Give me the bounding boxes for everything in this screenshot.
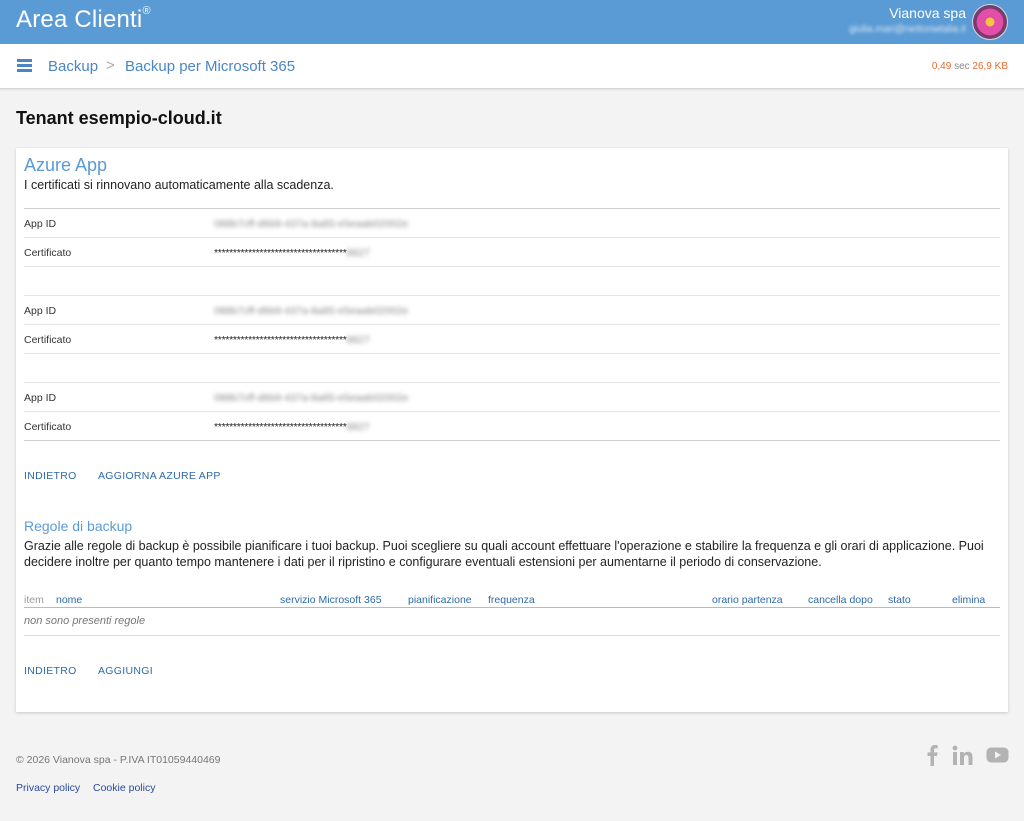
divider — [24, 440, 1000, 441]
perf-time: 0,49 — [931, 61, 952, 72]
certificate-label: Certificato — [24, 247, 72, 259]
certificate-value: ***********************************8827 — [214, 421, 370, 433]
tenant-card: Azure App I certificati si rinnovano aut… — [16, 148, 1008, 712]
back-button[interactable]: INDIETRO — [24, 665, 77, 677]
certificate-tail: 8827 — [346, 421, 370, 433]
app-id-value: 088b7cff-d6b9-437a-8a85-e5eaab02002e — [214, 305, 409, 317]
perf-size: 26,9 KB — [972, 61, 1008, 72]
column-header-cancella-dopo[interactable]: cancella dopo — [808, 594, 873, 606]
certificate-row: Certificato ****************************… — [24, 237, 1000, 266]
app-id-row: App ID 088b7cff-d6b9-437a-8a85-e5eaab020… — [24, 382, 1000, 411]
user-email: giulia.mari@nettoriwtalia.it — [849, 24, 966, 35]
app-title-text: Area Clienti — [16, 6, 143, 33]
rules-table-header: item nome servizio Microsoft 365 pianifi… — [24, 594, 1000, 608]
divider — [24, 266, 1000, 267]
app-id-value: 088b7cff-d6b9-437a-8a85-e5eaab02002e — [214, 218, 409, 230]
registered-mark: ® — [142, 5, 151, 17]
azure-app-title: Azure App — [24, 155, 108, 175]
back-button[interactable]: INDIETRO — [24, 470, 77, 482]
column-header-servizio[interactable]: servizio Microsoft 365 — [280, 594, 382, 606]
breadcrumb-item-backup[interactable]: Backup — [48, 58, 98, 75]
backup-rules-description: Grazie alle regole di backup è possibile… — [24, 539, 984, 569]
privacy-policy-link[interactable]: Privacy policy — [16, 782, 80, 794]
performance-indicator: 0,49 sec 26,9 KB — [932, 61, 1008, 72]
backup-rules-title: Regole di backup — [24, 518, 133, 534]
certificate-mask: *********************************** — [214, 247, 347, 259]
breadcrumb-item-backup-m365[interactable]: Backup per Microsoft 365 — [125, 58, 295, 75]
divider — [24, 635, 1000, 636]
column-header-elimina[interactable]: elimina — [952, 594, 985, 606]
azure-app-subtitle: I certificati si rinnovano automaticamen… — [24, 178, 334, 192]
certificate-mask: *********************************** — [214, 334, 347, 346]
app-id-label: App ID — [24, 392, 57, 404]
certificate-label: Certificato — [24, 421, 72, 433]
divider — [24, 353, 1000, 354]
app-id-row: App ID 088b7cff-d6b9-437a-8a85-e5eaab020… — [24, 208, 1000, 237]
certificate-row: Certificato ****************************… — [24, 324, 1000, 353]
certificate-value: ***********************************8827 — [214, 334, 370, 346]
column-header-pianificazione[interactable]: pianificazione — [408, 594, 472, 606]
app-title[interactable]: Area Clienti® — [16, 5, 151, 34]
hamburger-menu-icon[interactable] — [17, 59, 32, 72]
column-header-orario-partenza[interactable]: orario partenza — [712, 594, 783, 606]
app-id-label: App ID — [24, 305, 57, 317]
certificate-label: Certificato — [24, 334, 72, 346]
column-header-stato[interactable]: stato — [888, 594, 911, 606]
breadcrumb-bar: Backup > Backup per Microsoft 365 0,49 s… — [0, 44, 1024, 89]
update-azure-app-button[interactable]: AGGIORNA AZURE APP — [98, 470, 221, 482]
avatar[interactable] — [972, 4, 1008, 40]
copyright-text: © 2026 Vianova spa - P.IVA IT01059440469 — [16, 754, 221, 766]
facebook-icon[interactable] — [926, 744, 938, 766]
add-rule-button[interactable]: AGGIUNGI — [98, 665, 153, 677]
certificate-row: Certificato ****************************… — [24, 411, 1000, 440]
page-title: Tenant esempio-cloud.it — [16, 108, 222, 128]
certificate-tail: 8827 — [346, 247, 370, 259]
certificate-mask: *********************************** — [214, 421, 347, 433]
column-header-nome[interactable]: nome — [56, 594, 82, 606]
column-header-item: item — [24, 594, 44, 606]
cookie-policy-link[interactable]: Cookie policy — [93, 782, 155, 794]
linkedin-icon[interactable] — [952, 744, 973, 766]
empty-rules-message: non sono presenti regole — [24, 615, 146, 627]
perf-time-unit: sec — [954, 61, 970, 72]
certificate-value: ***********************************8827 — [214, 247, 370, 259]
youtube-icon[interactable] — [986, 744, 1009, 766]
app-id-row: App ID 088b7cff-d6b9-437a-8a85-e5eaab020… — [24, 295, 1000, 324]
app-id-label: App ID — [24, 218, 57, 230]
app-id-value: 088b7cff-d6b9-437a-8a85-e5eaab02002e — [214, 392, 409, 404]
column-header-frequenza[interactable]: frequenza — [488, 594, 535, 606]
top-bar: Area Clienti® Vianova spa giulia.mari@ne… — [0, 0, 1024, 44]
company-name[interactable]: Vianova spa — [889, 5, 966, 21]
certificate-tail: 8827 — [346, 334, 370, 346]
breadcrumb-separator-icon: > — [106, 57, 115, 74]
